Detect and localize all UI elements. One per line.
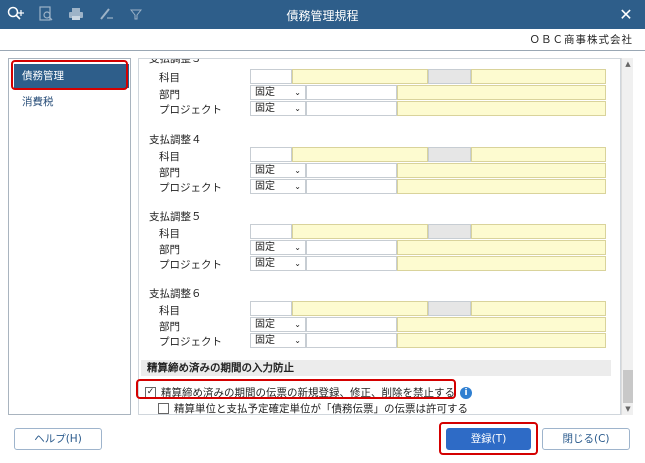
row-label-dept: 部門 bbox=[159, 321, 180, 333]
dept-value: 固定 bbox=[255, 319, 275, 330]
option-allow-label: 精算単位と支払予定確定単位が「債務伝票」の伝票は許可する bbox=[174, 403, 468, 415]
subject-code-field[interactable] bbox=[250, 147, 292, 162]
row-label-project: プロジェクト bbox=[159, 182, 222, 194]
dept-value: 固定 bbox=[255, 242, 275, 253]
subject-name-field[interactable] bbox=[292, 147, 428, 162]
dept-code-field[interactable] bbox=[306, 240, 397, 255]
sidebar-item-tax[interactable]: 消費税 bbox=[14, 90, 129, 114]
close-icon[interactable]: ✕ bbox=[617, 5, 635, 24]
chevron-down-icon: ⌄ bbox=[294, 259, 301, 268]
row-label-subject: 科目 bbox=[159, 305, 180, 317]
chevron-down-icon: ⌄ bbox=[294, 182, 301, 191]
row-label-project: プロジェクト bbox=[159, 259, 222, 271]
chevron-down-icon: ⌄ bbox=[294, 320, 301, 329]
project-code-field[interactable] bbox=[306, 179, 397, 194]
project-select[interactable]: 固定 ⌄ bbox=[250, 101, 306, 116]
dept-value: 固定 bbox=[255, 165, 275, 176]
subject-code-field[interactable] bbox=[250, 69, 292, 84]
project-name-field[interactable] bbox=[397, 333, 606, 348]
project-code-field[interactable] bbox=[306, 256, 397, 271]
row-label-dept: 部門 bbox=[159, 244, 180, 256]
project-code-field[interactable] bbox=[306, 101, 397, 116]
row-label-dept: 部門 bbox=[159, 89, 180, 101]
checkbox-allow[interactable] bbox=[158, 403, 169, 414]
project-name-field[interactable] bbox=[397, 256, 606, 271]
subject-code-field[interactable] bbox=[250, 224, 292, 239]
highlight-prohibit-option bbox=[136, 379, 456, 399]
subject-sub-code bbox=[428, 69, 471, 84]
scroll-up-icon[interactable]: ▲ bbox=[622, 58, 634, 70]
settings-panel: 支払調整３ 科目 部門 プロジェクト 固定 ⌄ 固定 ⌄ 支払調整４ 科目 部門 プ… bbox=[138, 58, 621, 415]
dept-select[interactable]: 固定 ⌄ bbox=[250, 85, 306, 100]
sidebar: 債務管理 消費税 bbox=[8, 58, 131, 415]
subject-code-field[interactable] bbox=[250, 301, 292, 316]
scroll-thumb[interactable] bbox=[623, 370, 633, 403]
title-bar: 債務管理規程 ✕ bbox=[0, 0, 645, 29]
project-name-field[interactable] bbox=[397, 179, 606, 194]
highlight-sidebar bbox=[11, 60, 128, 90]
company-name: ＯＢＣ商事株式会社 bbox=[529, 34, 633, 46]
chevron-down-icon: ⌄ bbox=[294, 336, 301, 345]
dept-select[interactable]: 固定 ⌄ bbox=[250, 240, 306, 255]
highlight-register bbox=[439, 422, 538, 455]
subject-sub-code bbox=[428, 224, 471, 239]
group-title: 支払調整４ bbox=[149, 134, 202, 146]
subject-name-field[interactable] bbox=[292, 301, 428, 316]
subject-sub-name[interactable] bbox=[471, 224, 606, 239]
dept-name-field[interactable] bbox=[397, 163, 606, 178]
chevron-down-icon: ⌄ bbox=[294, 104, 301, 113]
subject-sub-name[interactable] bbox=[471, 301, 606, 316]
dept-name-field[interactable] bbox=[397, 240, 606, 255]
dept-code-field[interactable] bbox=[306, 85, 397, 100]
dept-name-field[interactable] bbox=[397, 317, 606, 332]
subject-sub-code bbox=[428, 147, 471, 162]
group-title: 支払調整３ bbox=[149, 58, 202, 65]
dept-code-field[interactable] bbox=[306, 317, 397, 332]
dept-code-field[interactable] bbox=[306, 163, 397, 178]
project-select[interactable]: 固定 ⌄ bbox=[250, 179, 306, 194]
project-select[interactable]: 固定 ⌄ bbox=[250, 333, 306, 348]
close-button[interactable]: 閉じる(C) bbox=[542, 428, 630, 450]
option-allow-row[interactable]: 精算単位と支払予定確定単位が「債務伝票」の伝票は許可する bbox=[158, 401, 468, 415]
subject-name-field[interactable] bbox=[292, 69, 428, 84]
project-value: 固定 bbox=[255, 181, 275, 192]
chevron-down-icon: ⌄ bbox=[294, 88, 301, 97]
group-title: 支払調整６ bbox=[149, 288, 202, 300]
chevron-down-icon: ⌄ bbox=[294, 166, 301, 175]
project-value: 固定 bbox=[255, 103, 275, 114]
row-label-subject: 科目 bbox=[159, 228, 180, 240]
help-button[interactable]: ヘルプ(H) bbox=[14, 428, 102, 450]
dept-value: 固定 bbox=[255, 87, 275, 98]
project-value: 固定 bbox=[255, 335, 275, 346]
dept-select[interactable]: 固定 ⌄ bbox=[250, 317, 306, 332]
subject-sub-name[interactable] bbox=[471, 69, 606, 84]
scroll-down-icon[interactable]: ▼ bbox=[622, 403, 634, 415]
dept-select[interactable]: 固定 ⌄ bbox=[250, 163, 306, 178]
project-value: 固定 bbox=[255, 258, 275, 269]
row-label-subject: 科目 bbox=[159, 72, 180, 84]
row-label-subject: 科目 bbox=[159, 151, 180, 163]
section-title-lock: 精算締め済みの期間の入力防止 bbox=[141, 360, 611, 376]
subject-sub-name[interactable] bbox=[471, 147, 606, 162]
window-title: 債務管理規程 bbox=[286, 9, 359, 23]
project-name-field[interactable] bbox=[397, 101, 606, 116]
info-icon[interactable]: i bbox=[460, 386, 472, 399]
row-label-project: プロジェクト bbox=[159, 104, 222, 116]
group-title: 支払調整５ bbox=[149, 211, 202, 223]
vertical-scrollbar[interactable]: ▲ ▼ bbox=[621, 58, 633, 415]
subject-name-field[interactable] bbox=[292, 224, 428, 239]
dept-name-field[interactable] bbox=[397, 85, 606, 100]
project-code-field[interactable] bbox=[306, 333, 397, 348]
row-label-dept: 部門 bbox=[159, 167, 180, 179]
chevron-down-icon: ⌄ bbox=[294, 243, 301, 252]
subject-sub-code bbox=[428, 301, 471, 316]
project-select[interactable]: 固定 ⌄ bbox=[250, 256, 306, 271]
row-label-project: プロジェクト bbox=[159, 336, 222, 348]
